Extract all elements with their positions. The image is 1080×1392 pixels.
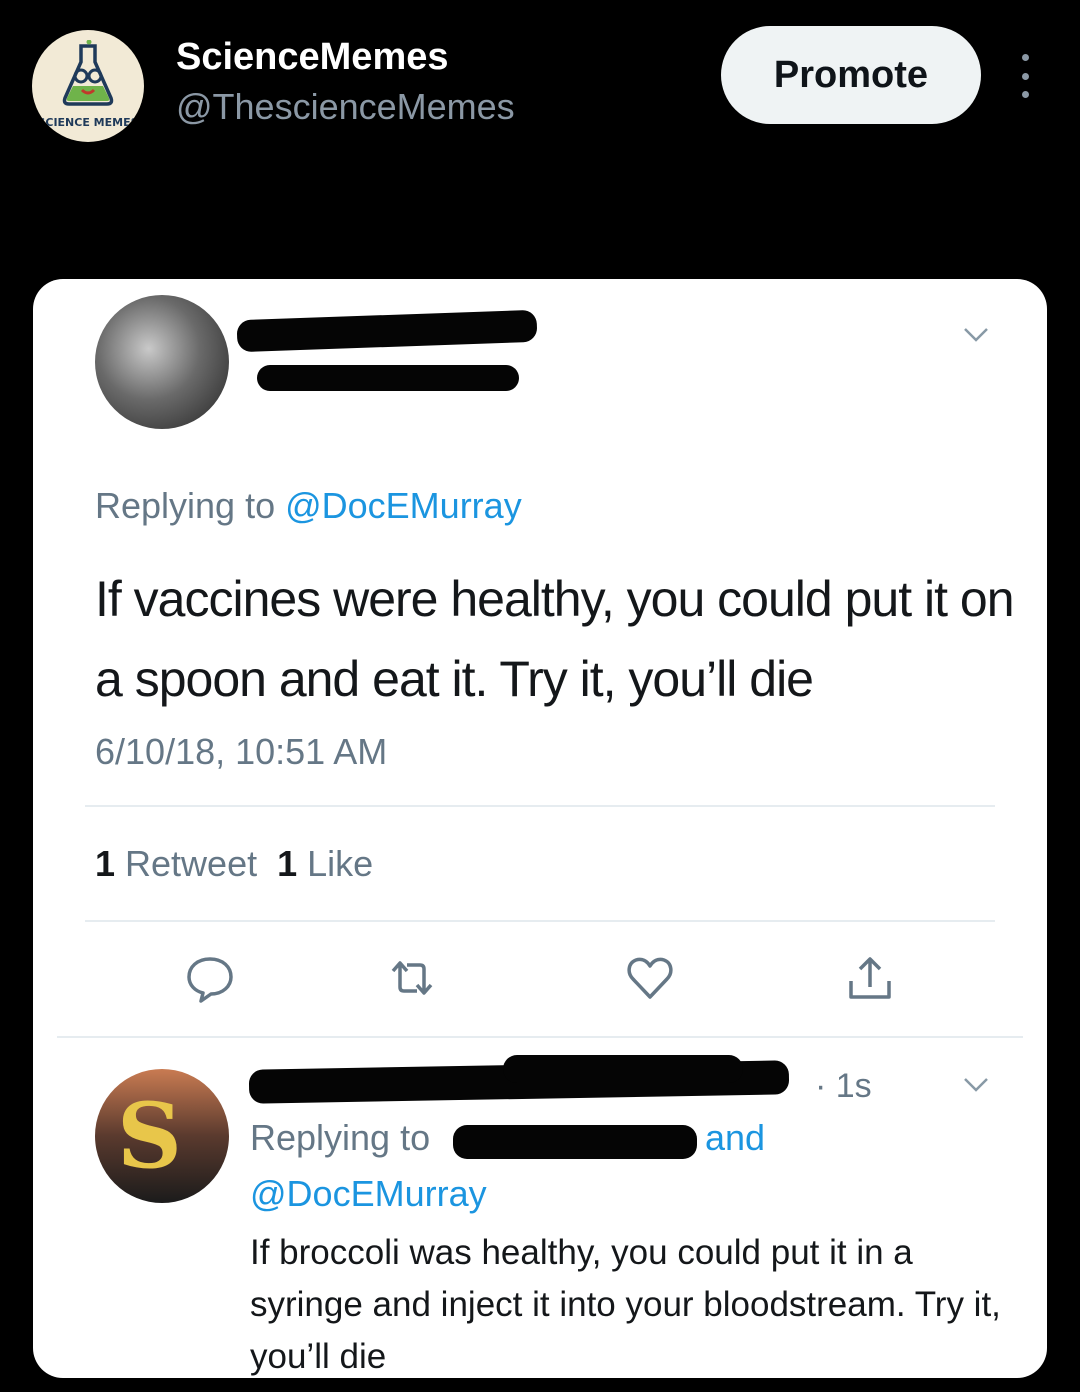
- account-name[interactable]: ScienceMemes: [176, 36, 449, 79]
- retweet-count: 1: [95, 843, 116, 884]
- retweet-label: Retweet: [115, 843, 258, 884]
- divider: [57, 1036, 1023, 1038]
- tweet-timestamp: 6/10/18, 10:51 AM: [95, 731, 388, 772]
- divider: [85, 805, 995, 807]
- attached-screenshot-image[interactable]: Replying to @DocEMurray If vaccines were…: [33, 279, 1047, 1378]
- replying-to-label: Replying to: [95, 485, 286, 526]
- reply-replying-to-label: Replying to: [250, 1117, 431, 1158]
- tweet-text: If vaccines were healthy, you could put …: [95, 571, 1015, 707]
- more-dot: [1021, 91, 1029, 98]
- avatar-symbol: S: [117, 1083, 182, 1189]
- reply-and-label: and: [705, 1117, 766, 1158]
- more-dot: [1021, 54, 1029, 61]
- tweet-author-avatar: [95, 295, 229, 429]
- redacted-author-handle: [257, 365, 519, 391]
- flask-logo-icon: [62, 40, 114, 106]
- like-icon: [627, 957, 673, 999]
- redacted-author-name: [236, 309, 538, 353]
- like-label: Like: [297, 843, 374, 884]
- retweet-icon: [391, 961, 433, 995]
- reply-mention: @DocEMurray: [250, 1173, 487, 1214]
- divider: [85, 920, 995, 922]
- reply-text: If broccoli was healthy, you could put i…: [250, 1233, 1001, 1376]
- redacted-reply-author: [503, 1055, 743, 1083]
- chevron-down-icon: [964, 328, 988, 342]
- reply-author-avatar: S: [95, 1069, 229, 1203]
- reply-icon: [187, 957, 233, 1003]
- account-handle[interactable]: @ThescienceMemes: [176, 86, 515, 128]
- like-count: 1: [277, 843, 298, 884]
- replying-to-line: Replying to @DocEMurray: [95, 485, 522, 527]
- account-avatar[interactable]: SCIENCE MEMES: [32, 30, 144, 142]
- avatar-logo-text: SCIENCE MEMES: [37, 116, 139, 129]
- more-vertical-icon[interactable]: [1008, 54, 1042, 98]
- chevron-down-icon: [964, 1078, 988, 1092]
- share-icon: [849, 957, 891, 999]
- replying-to-mention: @DocEMurray: [285, 485, 522, 526]
- more-dot: [1021, 72, 1029, 80]
- redacted-mention: [453, 1125, 697, 1159]
- reply-timestamp: · 1s: [815, 1067, 872, 1105]
- post-header: SCIENCE MEMES ScienceMemes @ThescienceMe…: [0, 0, 1080, 160]
- promote-button[interactable]: Promote: [721, 26, 981, 124]
- tweet-stats: 1 Retweet 1 Like: [95, 843, 373, 885]
